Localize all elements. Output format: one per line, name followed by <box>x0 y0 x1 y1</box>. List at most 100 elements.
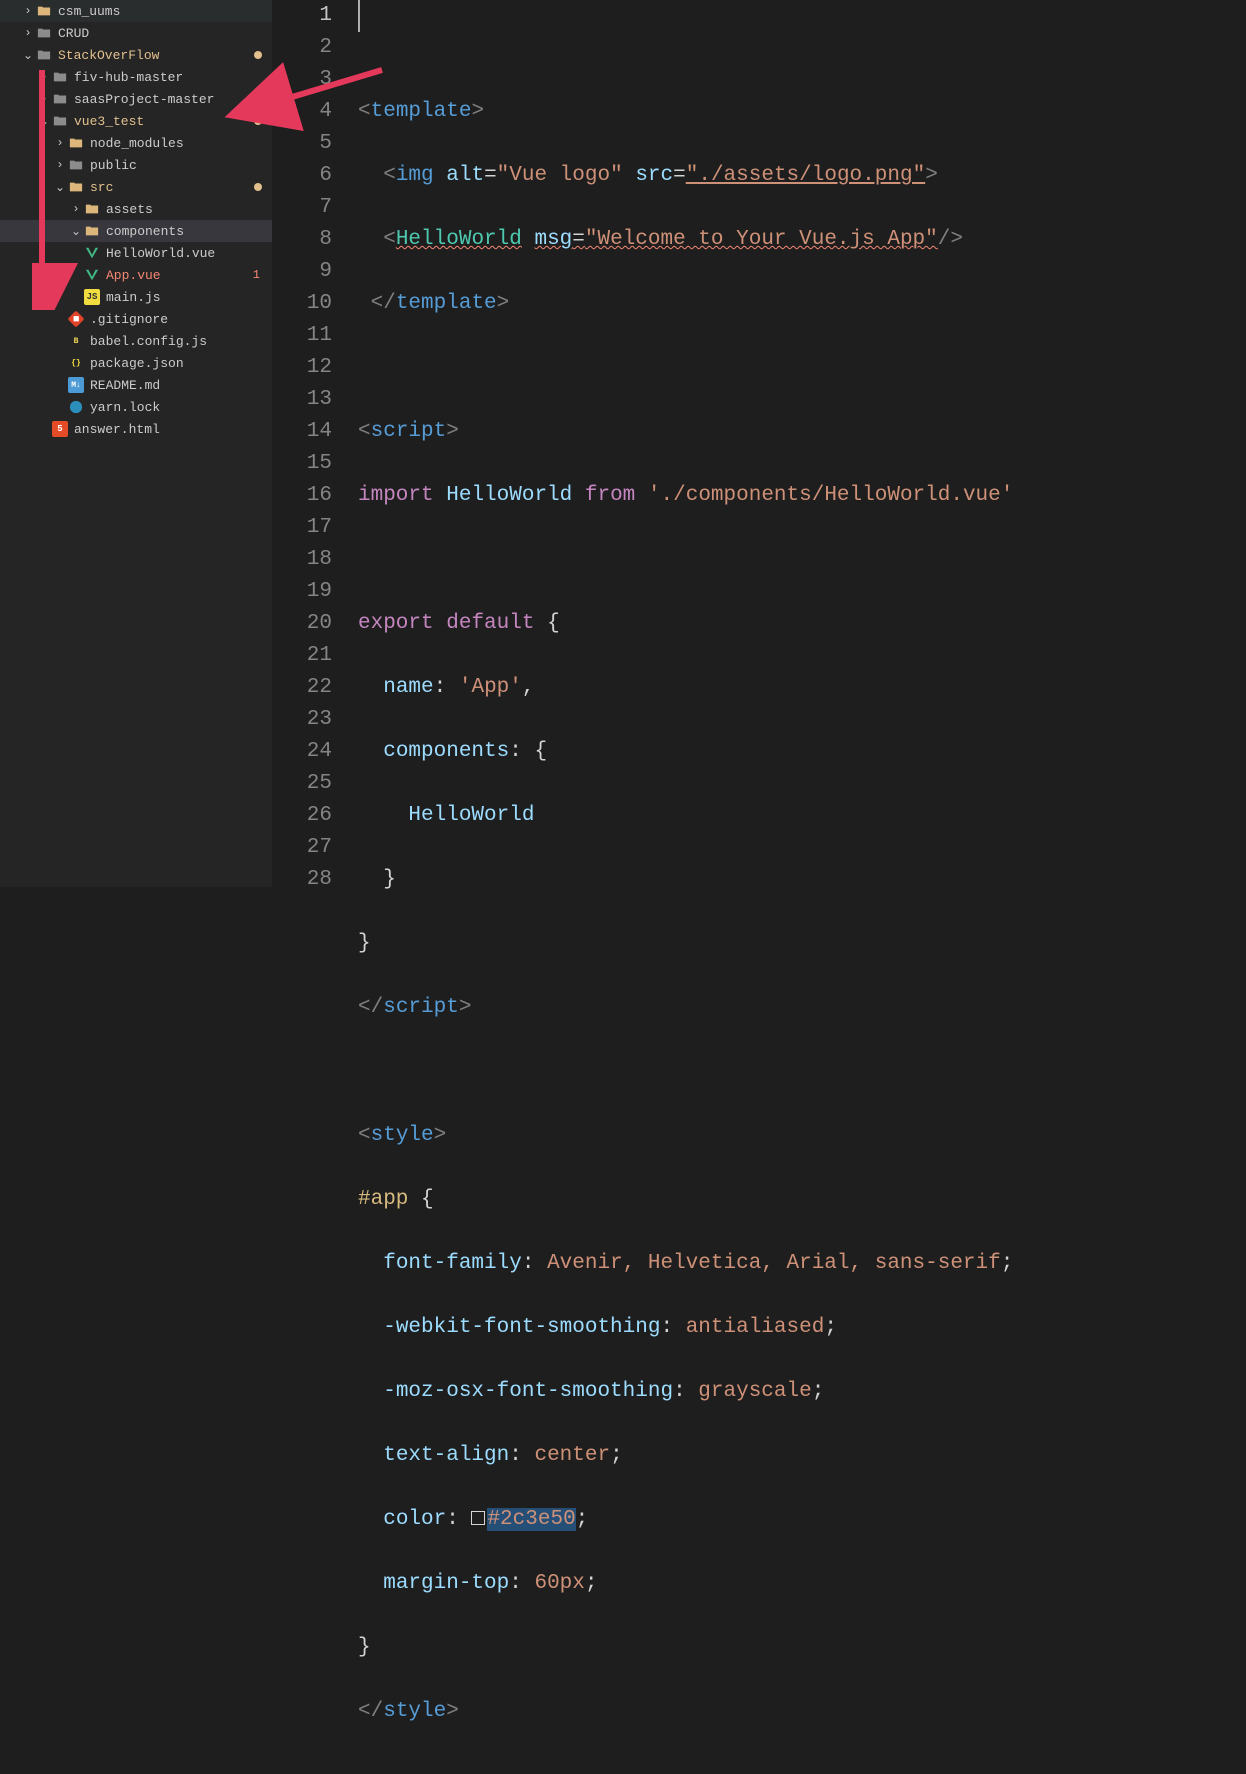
chevron-right-icon[interactable]: › <box>52 135 68 151</box>
chevron-right-icon[interactable]: › <box>68 201 84 217</box>
tree-item-label: README.md <box>90 378 272 393</box>
line-number: 24 <box>272 736 332 768</box>
code-editor[interactable]: 1234567891011121314151617181920212223242… <box>272 0 1246 887</box>
chevron-none <box>52 355 68 371</box>
folder-icon <box>36 25 52 41</box>
tree-item-label: assets <box>106 202 272 217</box>
line-number: 19 <box>272 576 332 608</box>
tree-item-label: StackOverFlow <box>58 48 254 63</box>
line-number: 14 <box>272 416 332 448</box>
chevron-down-icon[interactable]: ⌄ <box>52 179 68 195</box>
line-number: 3 <box>272 64 332 96</box>
line-number: 2 <box>272 32 332 64</box>
tree-item-assets[interactable]: › assets <box>0 198 272 220</box>
line-number: 5 <box>272 128 332 160</box>
vue-icon <box>84 267 100 283</box>
git-icon: ◆ <box>68 311 85 328</box>
tree-item-label: components <box>106 224 272 239</box>
problem-count-badge: 1 <box>253 268 260 282</box>
line-number: 12 <box>272 352 332 384</box>
tree-item-csm-uums[interactable]: › csm_uums <box>0 0 272 22</box>
html-icon: 5 <box>52 421 68 437</box>
folder-icon <box>52 91 68 107</box>
chevron-right-icon[interactable]: › <box>20 25 36 41</box>
vue-icon <box>84 245 100 261</box>
tree-item-label: App.vue <box>106 268 253 283</box>
line-number: 7 <box>272 192 332 224</box>
line-number: 25 <box>272 768 332 800</box>
chevron-right-icon[interactable]: › <box>36 69 52 85</box>
line-number: 15 <box>272 448 332 480</box>
babel-icon: B <box>68 333 84 349</box>
tree-item-label: .gitignore <box>90 312 272 327</box>
line-number: 17 <box>272 512 332 544</box>
chevron-right-icon[interactable]: › <box>36 91 52 107</box>
tree-item-label: yarn.lock <box>90 400 272 415</box>
folder-orange-icon <box>68 135 84 151</box>
tree-item-helloworld-vue[interactable]: HelloWorld.vue <box>0 242 272 264</box>
tree-item-node-modules[interactable]: › node_modules <box>0 132 272 154</box>
line-number: 21 <box>272 640 332 672</box>
chevron-right-icon[interactable]: › <box>52 157 68 173</box>
tree-item-src[interactable]: ⌄ src <box>0 176 272 198</box>
tree-item-readme-md[interactable]: M↓ README.md <box>0 374 272 396</box>
line-number: 23 <box>272 704 332 736</box>
tree-item-label: public <box>90 158 272 173</box>
tree-item-label: node_modules <box>90 136 272 151</box>
line-number: 18 <box>272 544 332 576</box>
tree-item-saasproject-master[interactable]: › saasProject-master <box>0 88 272 110</box>
tree-item-label: main.js <box>106 290 272 305</box>
chevron-down-icon[interactable]: ⌄ <box>36 113 52 129</box>
chevron-down-icon[interactable]: ⌄ <box>20 47 36 63</box>
line-number: 27 <box>272 832 332 864</box>
file-explorer-sidebar[interactable]: › csm_uums › CRUD ⌄ StackOverFlow › fiv-hub-mas… <box>0 0 272 887</box>
code-content[interactable]: <template> <img alt="Vue logo" src="./as… <box>358 0 1246 887</box>
line-number: 8 <box>272 224 332 256</box>
chevron-none <box>36 421 52 437</box>
tree-item-babel-config-js[interactable]: Bbabel.config.js <box>0 330 272 352</box>
modified-indicator <box>254 51 262 59</box>
tree-item-label: CRUD <box>58 26 272 41</box>
chevron-none <box>52 399 68 415</box>
yarn-icon <box>68 399 84 415</box>
tree-item-label: fiv-hub-master <box>74 70 272 85</box>
tree-item-stackoverflow[interactable]: ⌄ StackOverFlow <box>0 44 272 66</box>
tree-item-vue3-test[interactable]: ⌄vue3_test <box>0 110 272 132</box>
chevron-right-icon[interactable]: › <box>20 3 36 19</box>
tree-item-crud[interactable]: › CRUD <box>0 22 272 44</box>
modified-indicator <box>254 183 262 191</box>
folder-icon <box>68 157 84 173</box>
line-number: 11 <box>272 320 332 352</box>
tree-item-app-vue[interactable]: App.vue1 <box>0 264 272 286</box>
chevron-none <box>52 377 68 393</box>
tree-item-label: answer.html <box>74 422 272 437</box>
tree-item-public[interactable]: › public <box>0 154 272 176</box>
line-number: 6 <box>272 160 332 192</box>
tree-item-label: src <box>90 180 254 195</box>
chevron-down-icon[interactable]: ⌄ <box>68 223 84 239</box>
folder-orange-icon <box>68 179 84 195</box>
line-number: 10 <box>272 288 332 320</box>
tree-item-fiv-hub-master[interactable]: › fiv-hub-master <box>0 66 272 88</box>
line-number: 1 <box>272 0 332 32</box>
color-swatch <box>471 1511 485 1525</box>
modified-indicator <box>254 117 262 125</box>
folder-icon <box>52 113 68 129</box>
folder-icon <box>36 47 52 63</box>
chevron-none <box>68 267 84 283</box>
tree-item-label: saasProject-master <box>74 92 272 107</box>
line-number: 26 <box>272 800 332 832</box>
tree-item-components[interactable]: ⌄ components <box>0 220 272 242</box>
text-cursor <box>358 0 360 32</box>
tree-item-yarn-lock[interactable]: yarn.lock <box>0 396 272 418</box>
tree-item-answer-html[interactable]: 5 answer.html <box>0 418 272 440</box>
tree-item-main-js[interactable]: JS main.js <box>0 286 272 308</box>
folder-icon <box>52 69 68 85</box>
tree-item-label: csm_uums <box>58 4 272 19</box>
tree-item-package-json[interactable]: {}package.json <box>0 352 272 374</box>
md-icon: M↓ <box>68 377 84 393</box>
folder-orange-icon <box>36 3 52 19</box>
js-icon: JS <box>84 289 100 305</box>
tree-item--gitignore[interactable]: ◆ .gitignore <box>0 308 272 330</box>
chevron-none <box>68 245 84 261</box>
